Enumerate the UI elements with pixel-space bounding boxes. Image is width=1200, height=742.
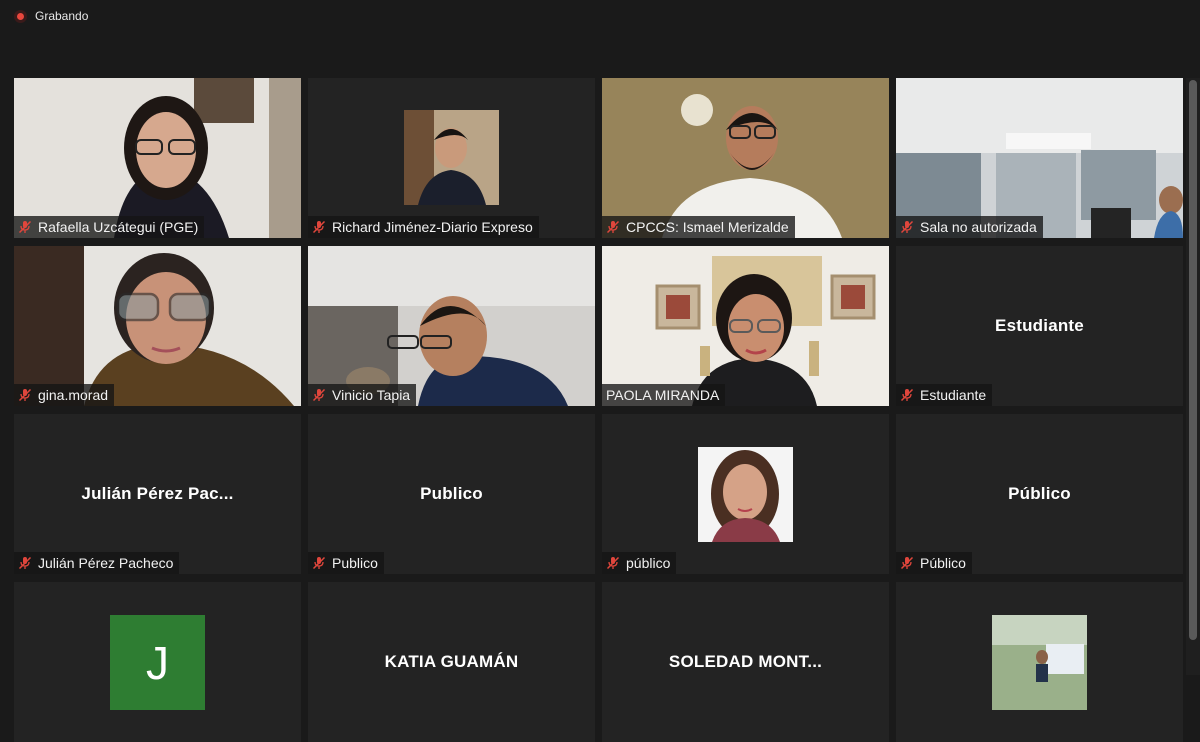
muted-mic-icon (18, 556, 32, 570)
participant-tile[interactable]: Julián Pérez Pac... Julián Pérez Pacheco (14, 414, 301, 574)
participant-tile[interactable]: Publico Publico (308, 414, 595, 574)
participant-tile[interactable]: Vinicio Tapia (308, 246, 595, 406)
muted-mic-icon (312, 388, 326, 402)
muted-mic-icon (606, 220, 620, 234)
participant-tile[interactable]: gina.morad (14, 246, 301, 406)
participant-video (896, 78, 1183, 238)
muted-mic-icon (18, 388, 32, 402)
participant-name: CPCCS: Ismael Merizalde (626, 219, 789, 235)
participant-name-bar: PAOLA MIRANDA (602, 384, 726, 406)
participant-tile[interactable]: CPCCS: Ismael Merizalde (602, 78, 889, 238)
participant-avatar-photo (896, 582, 1183, 742)
participant-name-bar: Vinicio Tapia (308, 384, 417, 406)
participant-avatar-photo (602, 414, 889, 574)
participant-video (308, 78, 595, 238)
participant-tile[interactable]: Rafaella Uzcátegui (PGE) (14, 78, 301, 238)
participant-tile[interactable]: KATIA GUAMÁN (308, 582, 595, 742)
participant-tile[interactable]: Richard Jiménez-Diario Expreso (308, 78, 595, 238)
muted-mic-icon (312, 220, 326, 234)
participant-center-name: Público (1008, 484, 1071, 503)
participant-avatar-initial: J (110, 615, 205, 710)
muted-mic-icon (900, 556, 914, 570)
participant-name-bar: Rafaella Uzcátegui (PGE) (14, 216, 205, 238)
recording-indicator[interactable]: Grabando (14, 9, 88, 23)
participant-name-bar: Estudiante (896, 384, 993, 406)
participant-tile[interactable]: Estudiante Estudiante (896, 246, 1183, 406)
grid-scrollbar[interactable] (1186, 78, 1200, 675)
muted-mic-icon (900, 388, 914, 402)
participant-tile[interactable]: Público Público (896, 414, 1183, 574)
participant-center-name: KATIA GUAMÁN (384, 652, 519, 671)
muted-mic-icon (18, 220, 32, 234)
muted-mic-icon (606, 556, 620, 570)
participant-name-bar: Sala no autorizada (896, 216, 1043, 238)
participant-name: Rafaella Uzcátegui (PGE) (38, 219, 199, 235)
participant-name: Julián Pérez Pacheco (38, 555, 174, 571)
muted-mic-icon (312, 556, 326, 570)
recording-icon (14, 9, 27, 23)
participant-center-name: Publico (420, 484, 483, 503)
participant-video (602, 246, 889, 406)
participant-name: Publico (332, 555, 378, 571)
participant-tile[interactable]: Sala no autorizada (896, 78, 1183, 238)
participant-name-bar: gina.morad (14, 384, 115, 406)
participant-tile-active-speaker[interactable]: PAOLA MIRANDA (602, 246, 889, 406)
participant-name: público (626, 555, 671, 571)
participant-name-bar: Richard Jiménez-Diario Expreso (308, 216, 539, 238)
participant-video (602, 78, 889, 238)
recording-label: Grabando (35, 9, 89, 23)
participant-name-bar: CPCCS: Ismael Merizalde (602, 216, 795, 238)
participant-center-name: Estudiante (995, 316, 1084, 335)
participant-name: Richard Jiménez-Diario Expreso (332, 219, 533, 235)
muted-mic-icon (900, 220, 914, 234)
participant-name: PAOLA MIRANDA (606, 387, 720, 403)
participant-tile[interactable]: SOLEDAD MONT... (602, 582, 889, 742)
participant-name: Público (920, 555, 966, 571)
participant-name: Estudiante (920, 387, 987, 403)
participant-tile[interactable]: público (602, 414, 889, 574)
top-bar: Grabando (0, 0, 1200, 40)
participant-name-bar: Publico (308, 552, 384, 574)
participant-video (14, 78, 301, 238)
participant-name-bar: Público (896, 552, 972, 574)
video-grid: Rafaella Uzcátegui (PGE) Richard Jiménez… (14, 78, 1184, 742)
participant-name-bar: Julián Pérez Pacheco (14, 552, 180, 574)
participant-video (308, 246, 595, 406)
participant-name: Vinicio Tapia (332, 387, 411, 403)
scrollbar-thumb[interactable] (1189, 80, 1197, 640)
participant-name-bar: público (602, 552, 677, 574)
participant-name: Sala no autorizada (920, 219, 1037, 235)
participant-tile[interactable]: J (14, 582, 301, 742)
participant-center-name: SOLEDAD MONT... (668, 652, 823, 671)
participant-tile[interactable] (896, 582, 1183, 742)
participant-video (14, 246, 301, 406)
participant-center-name: Julián Pérez Pac... (81, 484, 234, 503)
participant-name: gina.morad (38, 387, 109, 403)
